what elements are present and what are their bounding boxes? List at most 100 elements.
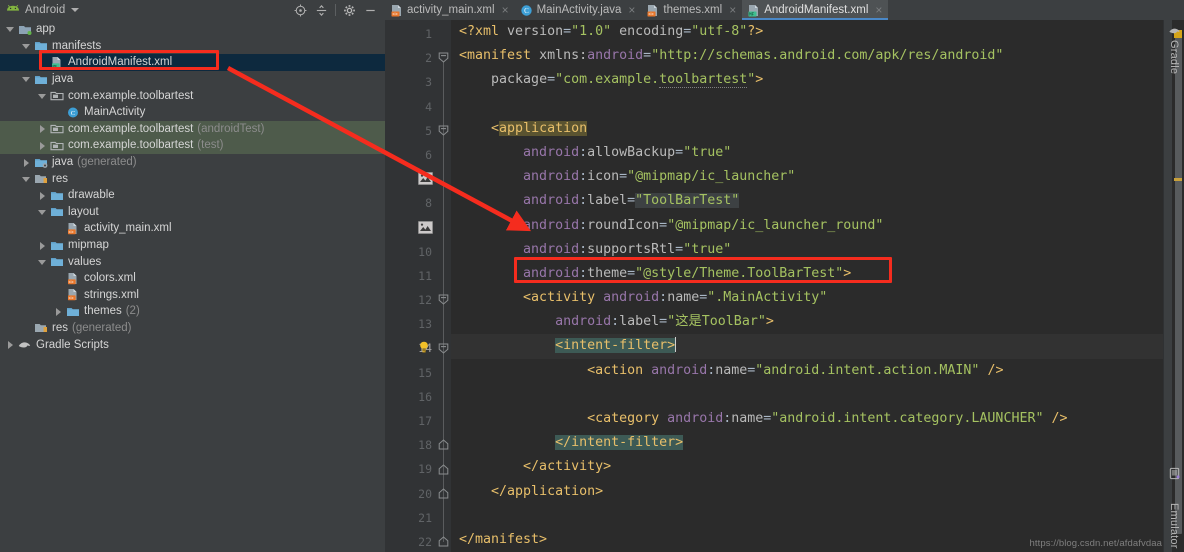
code-fold-column[interactable]: [437, 20, 451, 552]
tree-item-mipmap[interactable]: mipmap: [0, 237, 385, 254]
tree-item-manifests[interactable]: manifests: [0, 38, 385, 55]
tree-toggle-right-icon[interactable]: [38, 141, 47, 150]
svg-text:<>: <>: [649, 11, 655, 16]
tree-item-java[interactable]: java: [0, 71, 385, 88]
code-line-18[interactable]: </intent-filter>: [451, 431, 1163, 455]
tree-item-res[interactable]: res: [0, 170, 385, 187]
intention-bulb-icon[interactable]: [418, 341, 430, 354]
code-line-14[interactable]: <intent-filter>: [451, 334, 1163, 358]
tree-item-colors-xml[interactable]: <>colors.xml: [0, 270, 385, 287]
tree-item-themes[interactable]: themes(2): [0, 303, 385, 320]
tab-activity-main-xml[interactable]: <> activity_main.xml ×: [385, 0, 515, 20]
image-preview-icon[interactable]: [418, 172, 433, 185]
tree-item-mainactivity[interactable]: CMainActivity: [0, 104, 385, 121]
tree-item-java[interactable]: java(generated): [0, 154, 385, 171]
collapse-all-icon[interactable]: [311, 1, 332, 19]
gradle-elephant-icon[interactable]: [1168, 24, 1181, 37]
code-line-17[interactable]: <category android:name="android.intent.c…: [451, 407, 1163, 431]
code-line-13[interactable]: android:label="这是ToolBar">: [451, 310, 1163, 334]
code-line-8[interactable]: android:label="ToolBarTest": [451, 189, 1163, 213]
tab-close-icon[interactable]: ×: [729, 4, 736, 16]
tab-androidmanifest-xml[interactable]: MF AndroidManifest.xml ×: [742, 0, 888, 20]
caret-down-icon[interactable]: [71, 8, 79, 12]
code-line-7[interactable]: android:icon="@mipmap/ic_launcher": [451, 165, 1163, 189]
tab-mainactivity-java[interactable]: C MainActivity.java ×: [515, 0, 642, 20]
tree-toggle-down-icon[interactable]: [22, 75, 31, 84]
tree-toggle-right-icon[interactable]: [6, 340, 15, 349]
tree-item-drawable[interactable]: drawable: [0, 187, 385, 204]
tree-toggle-down-icon[interactable]: [22, 174, 31, 183]
fold-end-icon[interactable]: [438, 536, 449, 547]
tree-toggle-right-icon[interactable]: [22, 158, 31, 167]
fold-end-icon[interactable]: [438, 439, 449, 450]
tree-item-gradle-scripts[interactable]: Gradle Scripts: [0, 336, 385, 353]
rail-label-gradle[interactable]: Gradle: [1168, 40, 1180, 74]
rail-label-emulator[interactable]: Emulator: [1168, 503, 1180, 549]
tree-toggle-down-icon[interactable]: [22, 41, 31, 50]
fold-collapse-icon[interactable]: [438, 125, 449, 136]
tree-toggle-right-icon[interactable]: [38, 124, 47, 133]
tab-label: MainActivity.java: [537, 4, 622, 16]
tree-item-androidmanifest-xml[interactable]: MFAndroidManifest.xml: [0, 54, 385, 71]
code-line-2[interactable]: <manifest xmlns:android="http://schemas.…: [451, 44, 1163, 68]
code-line-12[interactable]: <activity android:name=".MainActivity": [451, 286, 1163, 310]
project-tree-panel[interactable]: appmanifestsMFAndroidManifest.xmljavacom…: [0, 20, 385, 552]
code-content-area[interactable]: <?xml version="1.0" encoding="utf-8"?><m…: [451, 20, 1163, 552]
code-line-16[interactable]: [451, 383, 1163, 407]
code-line-9[interactable]: android:roundIcon="@mipmap/ic_launcher_r…: [451, 214, 1163, 238]
tree-toggle-down-icon[interactable]: [6, 25, 15, 34]
tree-toggle-down-icon[interactable]: [38, 207, 47, 216]
code-line-20[interactable]: </application>: [451, 480, 1163, 504]
tree-item-com-example-toolbartest[interactable]: com.example.toolbartest: [0, 87, 385, 104]
tab-label: themes.xml: [663, 4, 722, 16]
tab-close-icon[interactable]: ×: [875, 4, 882, 16]
code-line-5[interactable]: <application: [451, 117, 1163, 141]
tab-close-icon[interactable]: ×: [628, 4, 635, 16]
tree-toggle-down-icon[interactable]: [38, 91, 47, 100]
code-editor[interactable]: 12345678910111213141516171819202122 <?xm…: [385, 20, 1163, 552]
tab-themes-xml[interactable]: <> themes.xml ×: [641, 0, 742, 20]
tree-item-layout[interactable]: layout: [0, 204, 385, 221]
tree-item-app[interactable]: app: [0, 21, 385, 38]
code-line-19[interactable]: </activity>: [451, 455, 1163, 479]
right-tool-rail: Gradle Emulator: [1163, 20, 1184, 552]
settings-gear-icon[interactable]: [339, 1, 360, 19]
fold-collapse-icon[interactable]: [438, 343, 449, 354]
tree-toggle-right-icon[interactable]: [38, 241, 47, 250]
fold-collapse-icon[interactable]: [438, 294, 449, 305]
code-line-10[interactable]: android:supportsRtl="true": [451, 238, 1163, 262]
code-line-3[interactable]: package="com.example.toolbartest">: [451, 68, 1163, 92]
tree-item-com-example-toolbartest[interactable]: com.example.toolbartest(test): [0, 137, 385, 154]
code-line-21[interactable]: [451, 504, 1163, 528]
code-line-11[interactable]: android:theme="@style/Theme.ToolBarTest"…: [451, 262, 1163, 286]
fold-collapse-icon[interactable]: [438, 52, 449, 63]
svg-text:<>: <>: [68, 297, 74, 302]
tree-toggle-right-icon[interactable]: [54, 307, 63, 316]
fold-end-icon[interactable]: [438, 488, 449, 499]
tree-item-com-example-toolbartest[interactable]: com.example.toolbartest(androidTest): [0, 121, 385, 138]
tree-item-res[interactable]: res(generated): [0, 320, 385, 337]
code-line-4[interactable]: [451, 93, 1163, 117]
folder-icon: [34, 39, 48, 52]
tree-item-label: layout: [68, 206, 99, 218]
code-line-6[interactable]: android:allowBackup="true": [451, 141, 1163, 165]
svg-text:C: C: [71, 110, 76, 117]
code-line-15[interactable]: <action android:name="android.intent.act…: [451, 359, 1163, 383]
xml-layout-file-icon: <>: [66, 222, 80, 235]
tree-item-activity-main-xml[interactable]: <>activity_main.xml: [0, 220, 385, 237]
code-line-1[interactable]: <?xml version="1.0" encoding="utf-8"?>: [451, 20, 1163, 44]
android-robot-icon: [6, 4, 20, 16]
line-number: 16: [385, 385, 437, 409]
emulator-device-icon[interactable]: [1168, 467, 1181, 480]
tree-toggle-down-icon[interactable]: [38, 257, 47, 266]
tree-item-strings-xml[interactable]: <>strings.xml: [0, 287, 385, 304]
tab-close-icon[interactable]: ×: [502, 4, 509, 16]
image-preview-icon[interactable]: [418, 221, 433, 234]
hide-panel-icon[interactable]: [360, 1, 381, 19]
fold-end-icon[interactable]: [438, 464, 449, 475]
tree-item-values[interactable]: values: [0, 253, 385, 270]
tree-toggle-right-icon[interactable]: [38, 191, 47, 200]
main-body: appmanifestsMFAndroidManifest.xmljavacom…: [0, 20, 1184, 552]
locate-file-icon[interactable]: [290, 1, 311, 19]
editor-scrollbar-thumb[interactable]: [1175, 34, 1182, 534]
